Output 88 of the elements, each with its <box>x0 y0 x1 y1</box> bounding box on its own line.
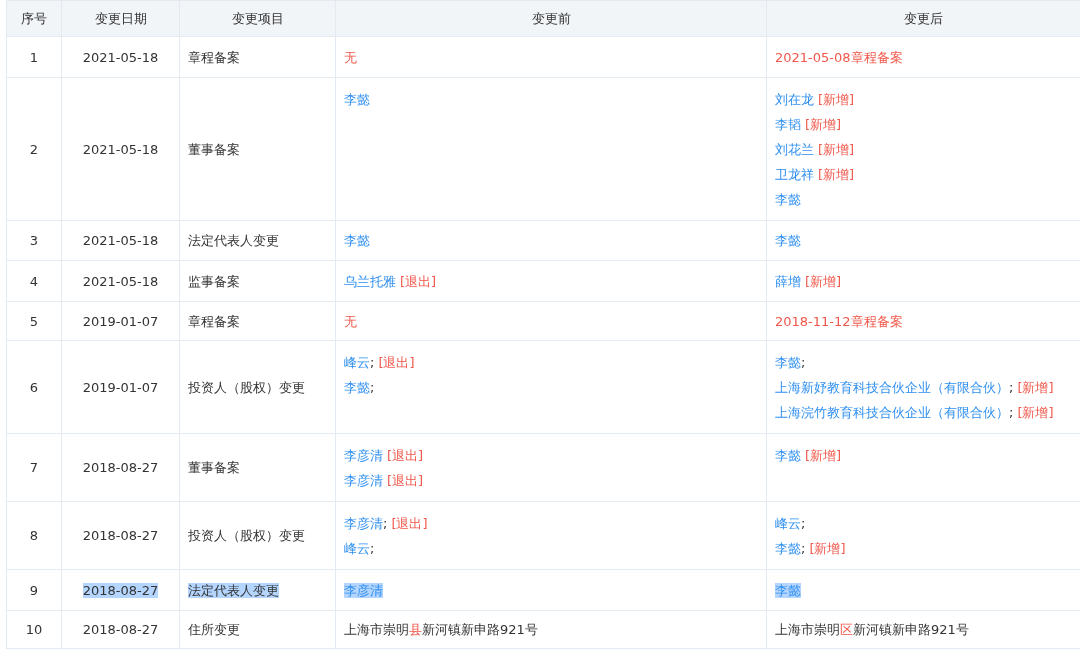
change-item-text: 法定代表人变更 <box>188 582 279 598</box>
separator-text: ; <box>801 541 806 556</box>
change-item-text: 监事备案 <box>188 273 240 289</box>
name-link[interactable]: 上海新妤教育科技合伙企业（有限合伙） <box>775 380 1009 395</box>
change-text: 无 <box>344 313 357 329</box>
index-cell: 5 <box>6 301 62 341</box>
change-text: 上海市崇明区新河镇新申路921号 <box>775 622 969 637</box>
column-header: 变更后 <box>766 0 1080 37</box>
index-cell: 6 <box>6 340 62 434</box>
status-tag: [退出] <box>387 473 424 488</box>
change-item-text: 章程备案 <box>188 313 240 329</box>
change-item-text: 投资人（股权）变更 <box>188 379 305 395</box>
date-text: 2018-08-27 <box>82 460 159 475</box>
name-link[interactable]: 峰云 <box>344 541 370 556</box>
separator-text: ; <box>801 516 806 531</box>
index-cell: 7 <box>6 433 62 502</box>
date-text: 2021-05-18 <box>82 49 159 65</box>
name-link[interactable]: 李彦清 <box>344 582 383 598</box>
index-cell: 9 <box>6 569 62 611</box>
index-cell: 1 <box>6 36 62 78</box>
status-tag: [退出] <box>400 273 437 289</box>
index-cell: 4 <box>6 260 62 302</box>
name-link[interactable]: 卫龙祥 <box>775 167 814 182</box>
status-tag: [新增] <box>818 92 855 107</box>
name-link[interactable]: 李懿 <box>775 582 801 598</box>
change-text: 2021-05-08章程备案 <box>775 49 903 65</box>
separator-text: ; <box>370 541 375 556</box>
date-text: 2019-01-07 <box>82 313 159 329</box>
name-link[interactable]: 李懿 <box>775 233 801 248</box>
column-header: 变更项目 <box>179 0 336 37</box>
index-cell: 3 <box>6 220 62 261</box>
name-link[interactable]: 李懿 <box>344 233 370 248</box>
status-tag: [新增] <box>805 273 842 289</box>
name-link[interactable]: 李彦清 <box>344 473 383 488</box>
index-cell: 2 <box>6 77 62 221</box>
separator-text: ; <box>1009 405 1014 420</box>
name-link[interactable]: 李懿 <box>344 92 370 107</box>
name-link[interactable]: 李懿 <box>775 355 801 370</box>
column-header: 变更日期 <box>61 0 180 37</box>
change-text: 无 <box>344 49 357 65</box>
name-link[interactable]: 峰云 <box>344 355 370 370</box>
status-tag: [新增] <box>818 142 855 157</box>
date-text: 2018-08-27 <box>82 622 159 637</box>
column-header: 序号 <box>6 0 62 37</box>
name-link[interactable]: 乌兰托雅 <box>344 273 396 289</box>
change-item-text: 投资人（股权）变更 <box>188 528 305 543</box>
separator-text: ; <box>383 516 388 531</box>
separator-text: ; <box>370 380 375 395</box>
status-tag: [新增] <box>805 448 842 463</box>
status-tag: [新增] <box>1017 405 1054 420</box>
name-link[interactable]: 李懿 <box>344 380 370 395</box>
name-link[interactable]: 李韬 <box>775 117 801 132</box>
index-cell: 10 <box>6 610 62 649</box>
date-text: 2019-01-07 <box>82 379 159 395</box>
date-text: 2018-08-27 <box>82 528 159 543</box>
name-link[interactable]: 刘花兰 <box>775 142 814 157</box>
name-link[interactable]: 李懿 <box>775 192 801 207</box>
change-item-text: 章程备案 <box>188 49 240 65</box>
name-link[interactable]: 李懿 <box>775 541 801 556</box>
name-link[interactable]: 李彦清 <box>344 516 383 531</box>
separator-text: ; <box>801 355 806 370</box>
status-tag: [退出] <box>387 448 424 463</box>
name-link[interactable]: 薛增 <box>775 273 801 289</box>
change-text: 2018-11-12章程备案 <box>775 313 903 329</box>
status-tag: [新增] <box>809 541 846 556</box>
status-tag: [退出] <box>391 516 428 531</box>
name-link[interactable]: 李懿 <box>775 448 801 463</box>
change-item-text: 董事备案 <box>188 141 240 157</box>
change-item-text: 法定代表人变更 <box>188 233 279 248</box>
date-text: 2018-08-27 <box>82 582 159 598</box>
name-link[interactable]: 上海浣竹教育科技合伙企业（有限合伙） <box>775 405 1009 420</box>
date-text: 2021-05-18 <box>82 273 159 289</box>
date-text: 2021-05-18 <box>82 141 159 157</box>
change-text: 上海市崇明县新河镇新申路921号 <box>344 622 538 637</box>
status-tag: [新增] <box>818 167 855 182</box>
separator-text: ; <box>370 355 375 370</box>
name-link[interactable]: 峰云 <box>775 516 801 531</box>
change-item-text: 董事备案 <box>188 460 240 475</box>
status-tag: [新增] <box>805 117 842 132</box>
status-tag: [退出] <box>378 355 415 370</box>
change-item-text: 住所变更 <box>188 622 240 637</box>
date-text: 2021-05-18 <box>82 233 159 248</box>
index-cell: 8 <box>6 501 62 570</box>
status-tag: [新增] <box>1017 380 1054 395</box>
column-header: 变更前 <box>335 0 767 37</box>
name-link[interactable]: 刘在龙 <box>775 92 814 107</box>
separator-text: ; <box>1009 380 1014 395</box>
name-link[interactable]: 李彦清 <box>344 448 383 463</box>
